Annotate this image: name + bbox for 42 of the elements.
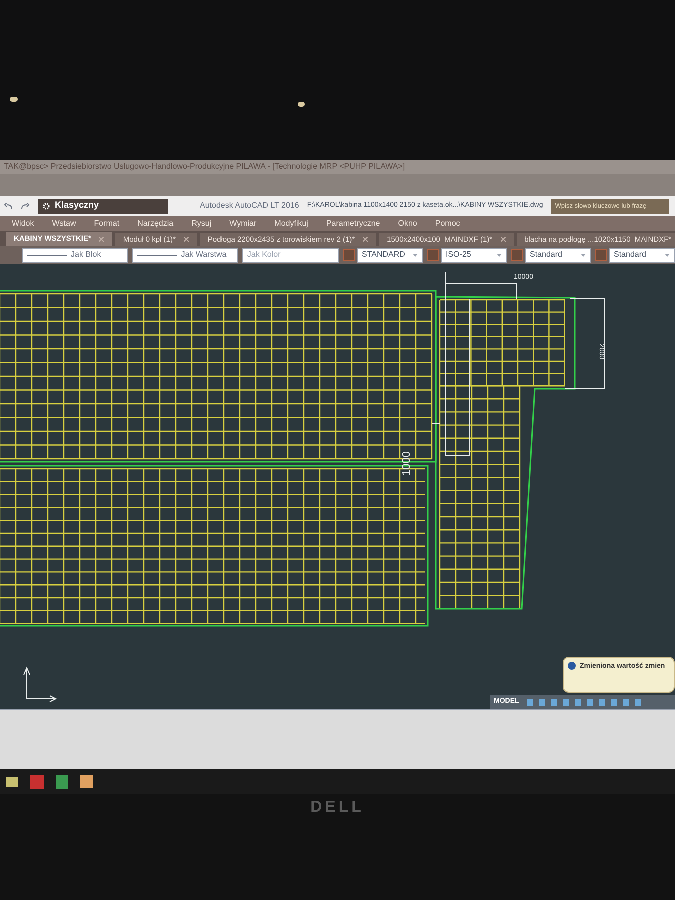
- caret-icon: [413, 254, 418, 256]
- window-title: TAK@bpsc> Przedsiebiorstwo Uslugowo-Handlowo-Produkcyjne PILAWA - [Technologie MRP <PUHP PILAWA>]: [4, 161, 406, 173]
- caret-icon: [581, 254, 586, 256]
- dimension-label: 1000: [401, 452, 413, 476]
- gear-icon: [42, 202, 51, 210]
- bezel-logo: DELL: [310, 798, 364, 818]
- workspace-dropdown[interactable]: Klasyczny: [38, 198, 168, 214]
- style-icon[interactable]: [511, 249, 523, 261]
- redo-icon[interactable]: [21, 202, 30, 210]
- style-dropdown[interactable]: STANDARD: [357, 248, 423, 262]
- close-icon[interactable]: [363, 237, 368, 242]
- property-dropdown[interactable]: Jak Kolor: [242, 248, 339, 262]
- ceiling-light-icon: [298, 102, 305, 107]
- style-icon[interactable]: [427, 249, 439, 261]
- style-dropdown[interactable]: Standard: [609, 248, 675, 262]
- menu-item[interactable]: Modyfikuj: [274, 218, 308, 230]
- caret-icon: [665, 254, 670, 256]
- close-icon[interactable]: [184, 237, 189, 242]
- style-dropdown[interactable]: Standard: [525, 248, 591, 262]
- style-icon[interactable]: [595, 249, 607, 261]
- caret-icon: [497, 254, 502, 256]
- menu-item[interactable]: Wstaw: [52, 218, 76, 230]
- ucs-axis-icon: [24, 666, 58, 702]
- menu-item[interactable]: Widok: [12, 218, 34, 230]
- close-icon[interactable]: [500, 237, 506, 242]
- menu-item[interactable]: Rysuj: [192, 218, 212, 230]
- menu-item[interactable]: Narzędzia: [138, 218, 174, 230]
- style-icon[interactable]: [343, 249, 355, 261]
- workspace-label: Klasyczny: [55, 199, 100, 212]
- menu-item[interactable]: Wymiar: [230, 218, 257, 230]
- app-name: Autodesk AutoCAD LT 2016: [200, 200, 300, 212]
- ceiling-light-icon: [10, 97, 18, 102]
- property-dropdown[interactable]: Jak Warstwa: [132, 248, 238, 262]
- menu-item[interactable]: Parametryczne: [326, 218, 380, 230]
- close-icon[interactable]: [99, 236, 104, 242]
- undo-icon[interactable]: [4, 202, 13, 210]
- property-dropdown[interactable]: Jak Blok: [22, 248, 128, 262]
- menu-item[interactable]: Okno: [398, 218, 418, 230]
- info-icon: [568, 662, 576, 670]
- style-dropdown[interactable]: ISO-25: [441, 248, 507, 262]
- menu-item[interactable]: Format: [94, 218, 120, 230]
- menu-item[interactable]: Pomoc: [435, 218, 460, 230]
